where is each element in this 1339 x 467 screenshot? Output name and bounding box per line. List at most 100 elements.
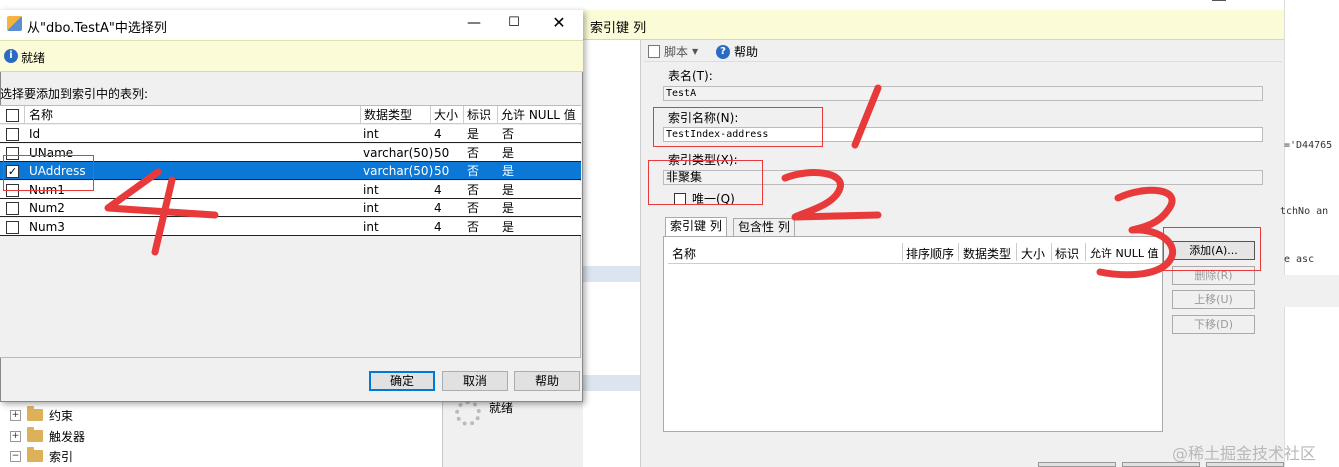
cancel-button[interactable]: 取消 [442, 371, 508, 391]
table-name-label: 表名(T): [668, 69, 713, 83]
dialog-title: 从"dbo.TestA"中选择列 [27, 21, 167, 36]
editor-splitter[interactable] [1284, 275, 1339, 307]
info-icon: i [4, 49, 18, 63]
cell-allow-null: 是 [502, 201, 515, 215]
progress-spinner-icon [455, 400, 481, 426]
column-divider[interactable] [1016, 243, 1017, 261]
cell-data-type: varchar(50) [363, 164, 434, 178]
code-line: ='D44765 [1284, 140, 1333, 151]
header-allow-null: 允许 NULL 值 [501, 108, 576, 122]
grid-header-row: 名称 数据类型 大小 标识 允许 NULL 值 [0, 106, 581, 124]
header-data-type: 数据类型 [364, 108, 413, 122]
expand-toggle-icon[interactable]: + [10, 430, 21, 442]
cell-allow-null: 是 [502, 164, 515, 178]
cell-allow-null: 否 [502, 127, 515, 141]
cell-size: 4 [434, 127, 442, 141]
cell-size: 4 [434, 201, 442, 215]
bottom-button[interactable] [1038, 462, 1116, 467]
grid-header-name: 名称 [672, 247, 697, 261]
cell-data-type: int [363, 219, 379, 234]
tab-included-columns[interactable]: 包含性 列 [733, 218, 795, 236]
collapse-toggle-icon[interactable]: − [10, 450, 21, 462]
grid-header-data-type: 数据类型 [963, 247, 1012, 261]
column-divider[interactable] [958, 243, 959, 261]
cell-size: 50 [434, 164, 450, 178]
column-divider[interactable] [902, 243, 903, 261]
chevron-down-icon[interactable]: ▼ [692, 47, 698, 56]
grid-header-size: 大小 [1021, 247, 1046, 261]
window-titlebar [442, 0, 1284, 10]
cell-identity: 否 [467, 182, 480, 197]
close-icon[interactable]: ✕ [549, 14, 569, 32]
header-size: 大小 [434, 108, 459, 122]
select-all-checkbox[interactable] [6, 109, 19, 122]
page-selector-pane [583, 40, 640, 467]
folder-icon [27, 427, 43, 442]
minimize-icon[interactable] [1212, 0, 1226, 1]
dialog-info-bar [0, 40, 583, 72]
row-checkbox[interactable] [6, 202, 19, 215]
dialog-prompt: 选择要添加到索引中的表列: [0, 87, 149, 101]
tree-item-label: 索引 [49, 449, 74, 464]
table-name-field: TestA [663, 86, 1263, 101]
minimize-icon[interactable]: — [464, 14, 484, 32]
cell-size: 50 [434, 145, 450, 160]
columns-grid: 名称 数据类型 大小 标识 允许 NULL 值 Id int 4 是否 UName var… [0, 105, 581, 358]
column-divider[interactable] [1085, 243, 1086, 261]
window-header-bar [583, 10, 1284, 40]
cell-data-type: varchar(50) [363, 145, 434, 160]
tree-item-label: 约束 [49, 408, 74, 423]
page-selector-item[interactable] [583, 266, 640, 282]
grid-header-identity: 标识 [1055, 247, 1080, 261]
row-checkbox[interactable] [6, 220, 19, 234]
maximize-icon[interactable]: ☐ [504, 14, 524, 32]
cell-data-type: int [363, 201, 379, 215]
table-row[interactable]: Id int 4 是 否 [0, 125, 581, 143]
cell-identity: 否 [467, 164, 480, 178]
tab-index-key-columns[interactable]: 索引键 列 [665, 217, 727, 237]
folder-icon [27, 406, 43, 421]
header-identity: 标识 [467, 108, 492, 122]
annotation-box-index-name [653, 107, 823, 147]
page-selector-item[interactable] [583, 375, 640, 391]
tree-item-indexes[interactable]: − 索引 [10, 446, 73, 466]
column-divider[interactable] [1051, 243, 1052, 261]
tree-item-triggers[interactable]: + 触发器 [10, 426, 85, 446]
code-line: e asc [1284, 254, 1315, 265]
cell-allow-null: 是 [502, 182, 515, 197]
annotation-box-index-type [648, 160, 763, 205]
move-up-button[interactable]: 上移(U) [1172, 290, 1255, 309]
tree-item-label: 触发器 [49, 429, 86, 444]
move-down-button[interactable]: 下移(D) [1172, 315, 1255, 334]
header-name: 名称 [29, 108, 54, 122]
page-header-text: 索引键 列 [590, 21, 647, 36]
cell-data-type: int [363, 182, 379, 197]
expand-toggle-icon[interactable]: + [10, 409, 21, 421]
pane-divider[interactable] [640, 40, 641, 467]
cell-data-type: int [363, 127, 379, 141]
code-editor[interactable] [1284, 0, 1339, 467]
tree-item-constraints[interactable]: + 约束 [10, 405, 73, 425]
script-label: 脚本 [664, 45, 689, 59]
grid-header-allow-null: 允许 NULL 值 [1090, 247, 1159, 260]
row-checkbox[interactable] [6, 128, 19, 141]
annotation-box-add-button [1163, 227, 1261, 271]
grid-header-sort-order: 排序顺序 [906, 247, 955, 261]
cell-allow-null: 是 [502, 219, 515, 234]
cell-name: Num2 [29, 201, 65, 215]
help-label: 帮助 [734, 45, 759, 59]
cell-identity: 否 [467, 219, 480, 234]
help-button[interactable]: ? 帮助 [716, 43, 758, 60]
help-icon: ? [716, 44, 730, 59]
cell-name: Num3 [29, 219, 65, 234]
app-icon [7, 16, 22, 31]
cell-size: 4 [434, 182, 442, 197]
table-row[interactable]: Num2 int 4 否 是 [0, 199, 581, 217]
ok-button[interactable]: 确定 [369, 371, 435, 391]
table-row[interactable]: Num3 int 4 否 是 [0, 217, 581, 236]
tab-panel [663, 236, 1163, 432]
help-button[interactable]: 帮助 [514, 371, 580, 391]
cell-identity: 是 [467, 127, 480, 141]
script-button[interactable]: 脚本 ▼ [648, 43, 698, 60]
script-icon [648, 45, 660, 58]
